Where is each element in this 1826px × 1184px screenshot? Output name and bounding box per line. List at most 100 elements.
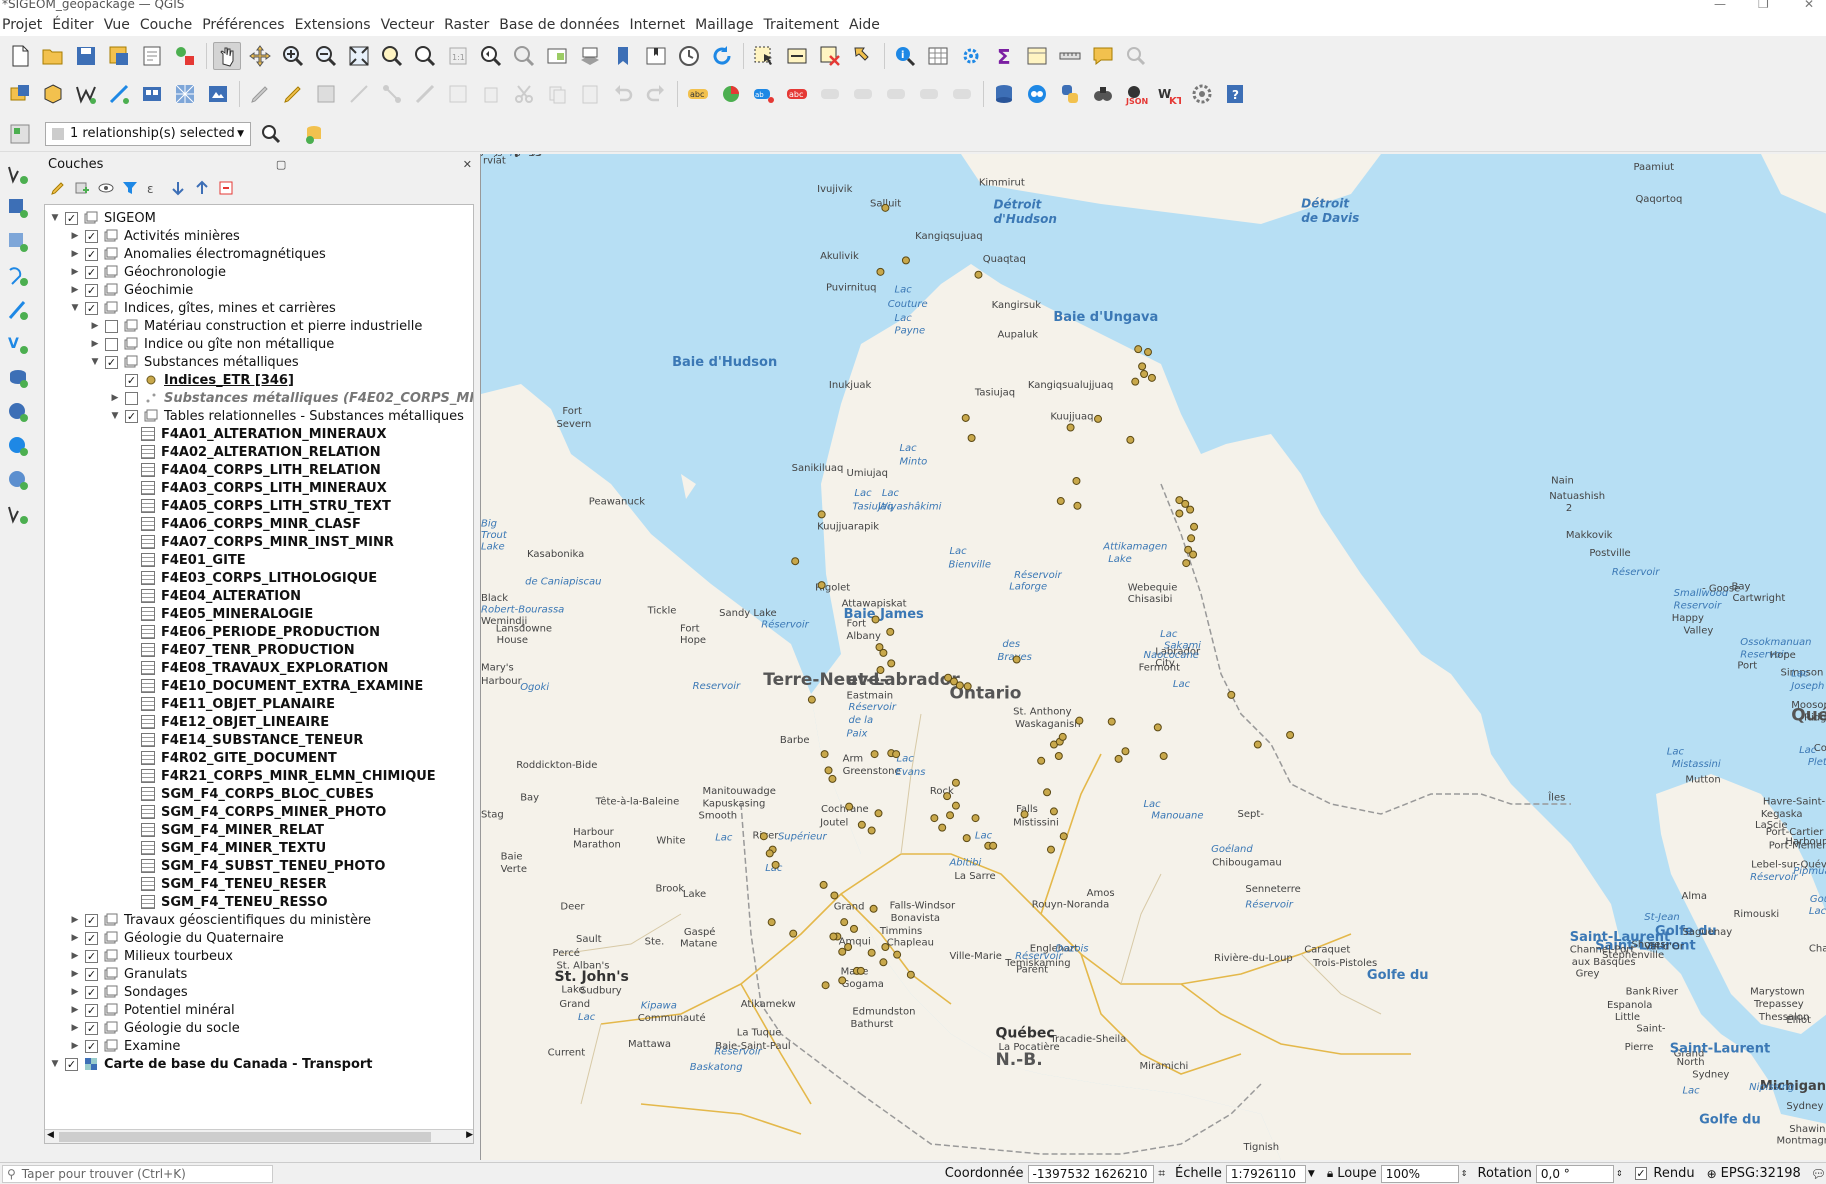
add-feature-icon[interactable] (345, 80, 373, 108)
table-layer-row[interactable]: SGM_F4_SUBST_TENEU_PHOTO (129, 857, 385, 875)
menu-item[interactable]: Aide (847, 17, 888, 33)
modify-attributes-icon[interactable] (444, 80, 472, 108)
save-project-icon[interactable] (72, 42, 100, 70)
table-layer-row[interactable]: F4A05_CORPS_LITH_STRU_TEXT (129, 497, 391, 515)
map-tips-icon[interactable] (1089, 42, 1117, 70)
table-layer-row[interactable]: SGM_F4_MINER_RELAT (129, 821, 324, 839)
rotation-spin-icon[interactable]: ⇕ (1616, 1169, 1623, 1178)
occurrence-point[interactable] (820, 750, 829, 759)
show-hide-label-icon[interactable] (915, 80, 943, 108)
layer-visibility-checkbox[interactable] (105, 319, 118, 333)
occurrence-point[interactable] (1107, 717, 1116, 726)
layer-tree-row[interactable]: ▼ ✓ Substances métalliques (89, 353, 299, 371)
diagram-icon[interactable] (717, 80, 745, 108)
open-layer-styling-icon[interactable] (48, 178, 68, 198)
occurrence-point[interactable] (876, 666, 885, 675)
layer-visibility-checkbox[interactable]: ✓ (85, 1003, 98, 1017)
scroll-left-icon[interactable]: ◀ (47, 1130, 54, 1140)
expand-arrow-icon[interactable]: ▶ (69, 1023, 81, 1033)
add-delimited-icon[interactable] (4, 262, 32, 290)
change-label-icon[interactable] (882, 80, 910, 108)
occurrence-point[interactable] (962, 834, 971, 843)
occurrence-point[interactable] (1147, 373, 1156, 382)
rotate-label-icon[interactable] (849, 80, 877, 108)
menu-item[interactable]: Vecteur (379, 17, 443, 33)
occurrence-point[interactable] (1075, 716, 1084, 725)
json-icon[interactable]: JSON (1122, 80, 1150, 108)
occurrence-point[interactable] (807, 695, 816, 704)
occurrence-point[interactable] (951, 801, 960, 810)
occurrence-point[interactable] (901, 256, 910, 265)
coordinate-field[interactable]: -1397532 1626210 (1027, 1164, 1155, 1183)
expand-arrow-icon[interactable]: ▶ (69, 987, 81, 997)
occurrence-point[interactable] (938, 823, 947, 832)
move-feature-icon[interactable] (411, 80, 439, 108)
scale-dropdown-icon[interactable]: ▼ (1308, 1169, 1315, 1179)
layer-tree-row[interactable]: ▶ ✓ Géochronologie (69, 263, 227, 281)
occurrence-point[interactable] (881, 943, 890, 952)
occurrence-point[interactable] (1286, 731, 1295, 739)
select-by-value-icon[interactable] (783, 42, 811, 70)
add-wcs-icon[interactable] (4, 398, 32, 426)
layer-visibility-checkbox[interactable]: ✓ (85, 985, 98, 999)
save-edits-icon[interactable] (312, 80, 340, 108)
collapse-all-icon[interactable] (192, 178, 212, 198)
layer-tree-row[interactable]: ▶ Substances métalliques (F4E02_CORPS_MIN… (109, 389, 473, 407)
occurrence-point[interactable] (817, 581, 826, 590)
magnifier-spin-icon[interactable]: ⇕ (1461, 1169, 1468, 1178)
occurrence-point[interactable] (946, 811, 955, 820)
occurrence-point[interactable] (1066, 423, 1075, 432)
add-wfs-icon[interactable] (4, 432, 32, 460)
occurrence-point[interactable] (1020, 810, 1029, 819)
menu-item[interactable]: Raster (442, 17, 497, 33)
add-raster-layer-icon[interactable] (138, 80, 166, 108)
occurrence-point[interactable] (828, 774, 837, 783)
table-layer-row[interactable]: F4A06_CORPS_MINR_CLASF (129, 515, 361, 533)
occurrence-point[interactable] (1114, 754, 1123, 763)
occurrence-point[interactable] (879, 648, 888, 657)
expand-arrow-icon[interactable]: ▶ (69, 915, 81, 925)
help-icon[interactable]: ? (1221, 80, 1249, 108)
table-layer-row[interactable]: SGM_F4_CORPS_MINER_PHOTO (129, 803, 386, 821)
crs-value[interactable]: EPSG:32198 (1721, 1166, 1801, 1181)
occurrence-point[interactable] (824, 766, 833, 775)
maximize-icon[interactable]: ❐ (1758, 0, 1769, 11)
menu-item[interactable]: Maillage (693, 17, 761, 33)
occurrence-point[interactable] (1121, 747, 1130, 756)
add-wms-icon[interactable] (4, 364, 32, 392)
layer-visibility-checkbox[interactable]: ✓ (125, 373, 138, 387)
add-mesh-icon[interactable] (4, 228, 32, 256)
occurrence-point[interactable] (869, 904, 878, 913)
new-3d-view-icon[interactable] (576, 42, 604, 70)
occurrence-point[interactable] (1181, 499, 1190, 508)
table-layer-row[interactable]: F4E08_TRAVAUX_EXPLORATION (129, 659, 388, 677)
scrollbar-thumb[interactable] (59, 1132, 431, 1142)
add-vector-icon[interactable] (4, 160, 32, 188)
toggle-editing-icon[interactable] (279, 80, 307, 108)
occurrence-point[interactable] (874, 809, 883, 818)
layer-visibility-checkbox[interactable]: ✓ (65, 211, 78, 225)
layer-tree-row[interactable]: ▶ ✓ Travaux géoscientifiques du ministère (69, 911, 371, 929)
measure-icon[interactable] (1056, 42, 1084, 70)
zoom-next-icon[interactable] (510, 42, 538, 70)
horizontal-scrollbar[interactable]: ◀ ▶ (45, 1129, 473, 1143)
occurrence-point[interactable] (1159, 752, 1168, 761)
panel-close-icon[interactable]: ✕ (463, 158, 472, 171)
table-layer-row[interactable]: F4E07_TENR_PRODUCTION (129, 641, 355, 659)
table-layer-row[interactable]: F4A02_ALTERATION_RELATION (129, 443, 381, 461)
occurrence-point[interactable] (838, 947, 847, 956)
occurrence-point[interactable] (893, 950, 902, 959)
occurrence-point[interactable] (892, 750, 901, 759)
add-group-icon[interactable] (72, 178, 92, 198)
layer-tree-row[interactable]: ▶ Matériau construction et pierre industr… (89, 317, 423, 335)
occurrence-point[interactable] (1144, 348, 1152, 357)
expand-all-icon[interactable] (168, 178, 188, 198)
occurrence-point[interactable] (829, 932, 838, 941)
occurrence-point[interactable] (906, 970, 915, 979)
layer-visibility-checkbox[interactable]: ✓ (85, 247, 98, 261)
occurrence-point[interactable] (1134, 345, 1143, 354)
zoom-to-selection-icon[interactable] (378, 42, 406, 70)
add-vector-tile-icon[interactable] (4, 500, 32, 528)
manage-map-themes-icon[interactable] (96, 178, 116, 198)
occurrence-point[interactable] (840, 918, 849, 927)
